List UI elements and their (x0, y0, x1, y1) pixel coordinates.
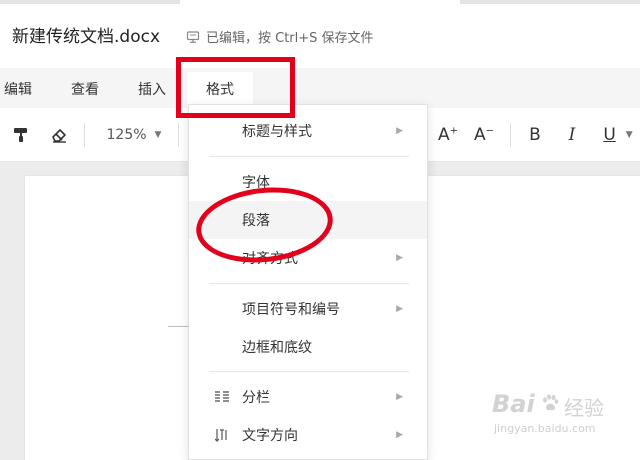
document-title[interactable]: 新建传统文档.docx (12, 22, 160, 47)
highlight-box-format-menu (176, 57, 295, 118)
toolbar-separator (178, 123, 179, 147)
toolbar-separator (510, 123, 511, 147)
watermark-url: jingyan.baidu.com (494, 422, 596, 435)
format-menu-item-borders-shading[interactable]: 边框和底纹 (189, 328, 427, 366)
format-painter-button[interactable] (10, 123, 32, 147)
chevron-down-icon: ▼ (625, 130, 633, 140)
save-status-text: 已编辑，按 Ctrl+S 保存文件 (206, 31, 374, 46)
title-bar: 新建传统文档.docx 已编辑，按 Ctrl+S 保存文件 (0, 4, 640, 68)
underline-icon: U (603, 125, 616, 145)
menu-insert[interactable]: 插入 (138, 79, 166, 99)
format-menu-item-columns[interactable]: 分栏 ▶ (189, 378, 427, 416)
eraser-icon (52, 129, 66, 143)
baidu-jingyan-watermark: Bai 经验 jingyan.baidu.com (492, 386, 632, 446)
chevron-right-icon: ▶ (396, 126, 403, 136)
monitor-save-icon (186, 30, 200, 43)
text-direction-icon (215, 429, 227, 442)
watermark-jingyan: 经验 (564, 396, 604, 420)
format-menu-item-text-direction[interactable]: 文字方向 ▶ (189, 416, 427, 454)
font-size-decrease-icon: A− (473, 125, 495, 145)
zoom-value: 125% (106, 127, 147, 143)
menu-divider (209, 371, 409, 372)
font-size-decrease-button[interactable]: A− (472, 123, 496, 147)
menu-view[interactable]: 查看 (71, 79, 99, 99)
menu-item-label: 分栏 (242, 390, 270, 406)
menu-edit[interactable]: 编辑 (4, 79, 32, 99)
menu-divider (209, 283, 409, 284)
italic-icon: I (568, 125, 576, 145)
italic-button[interactable]: I (561, 123, 583, 147)
chevron-down-icon: ▼ (154, 130, 162, 140)
font-size-increase-icon: A+ (437, 125, 459, 145)
underline-button[interactable]: U ▼ (598, 123, 638, 147)
menu-divider (209, 156, 409, 157)
format-painter-icon (14, 128, 27, 142)
format-menu-item-bullets-numbering[interactable]: 项目符号和编号 ▶ (189, 290, 427, 328)
columns-icon (215, 391, 229, 402)
chevron-right-icon: ▶ (396, 253, 403, 263)
bold-icon: B (529, 125, 541, 145)
watermark-brand: Bai (492, 390, 535, 418)
chevron-right-icon: ▶ (396, 392, 403, 402)
chevron-right-icon: ▶ (396, 304, 403, 314)
save-status: 已编辑，按 Ctrl+S 保存文件 (186, 27, 374, 46)
zoom-select[interactable]: 125% ▼ (103, 123, 165, 147)
bold-button[interactable]: B (524, 123, 546, 147)
menu-bar: 编辑 查看 插入 格式 (0, 68, 640, 108)
toolbar-separator (84, 123, 85, 147)
paw-logo-icon (543, 394, 559, 411)
menu-item-label: 项目符号和编号 (242, 302, 340, 318)
menu-item-label: 标题与样式 (242, 124, 312, 140)
clear-format-button[interactable] (48, 123, 70, 147)
font-size-increase-button[interactable]: A+ (436, 123, 460, 147)
menu-item-label: 文字方向 (242, 428, 298, 444)
menu-item-label: 边框和底纹 (242, 340, 312, 356)
chevron-right-icon: ▶ (396, 430, 403, 440)
format-menu-dropdown: 标题与样式 ▶ 字体 段落 对齐方式 ▶ 项目符号和编号 ▶ 边框和底纹 分栏 … (188, 104, 428, 460)
word-processor-app: 新建传统文档.docx 已编辑，按 Ctrl+S 保存文件 编辑 查看 插入 格… (0, 0, 640, 460)
